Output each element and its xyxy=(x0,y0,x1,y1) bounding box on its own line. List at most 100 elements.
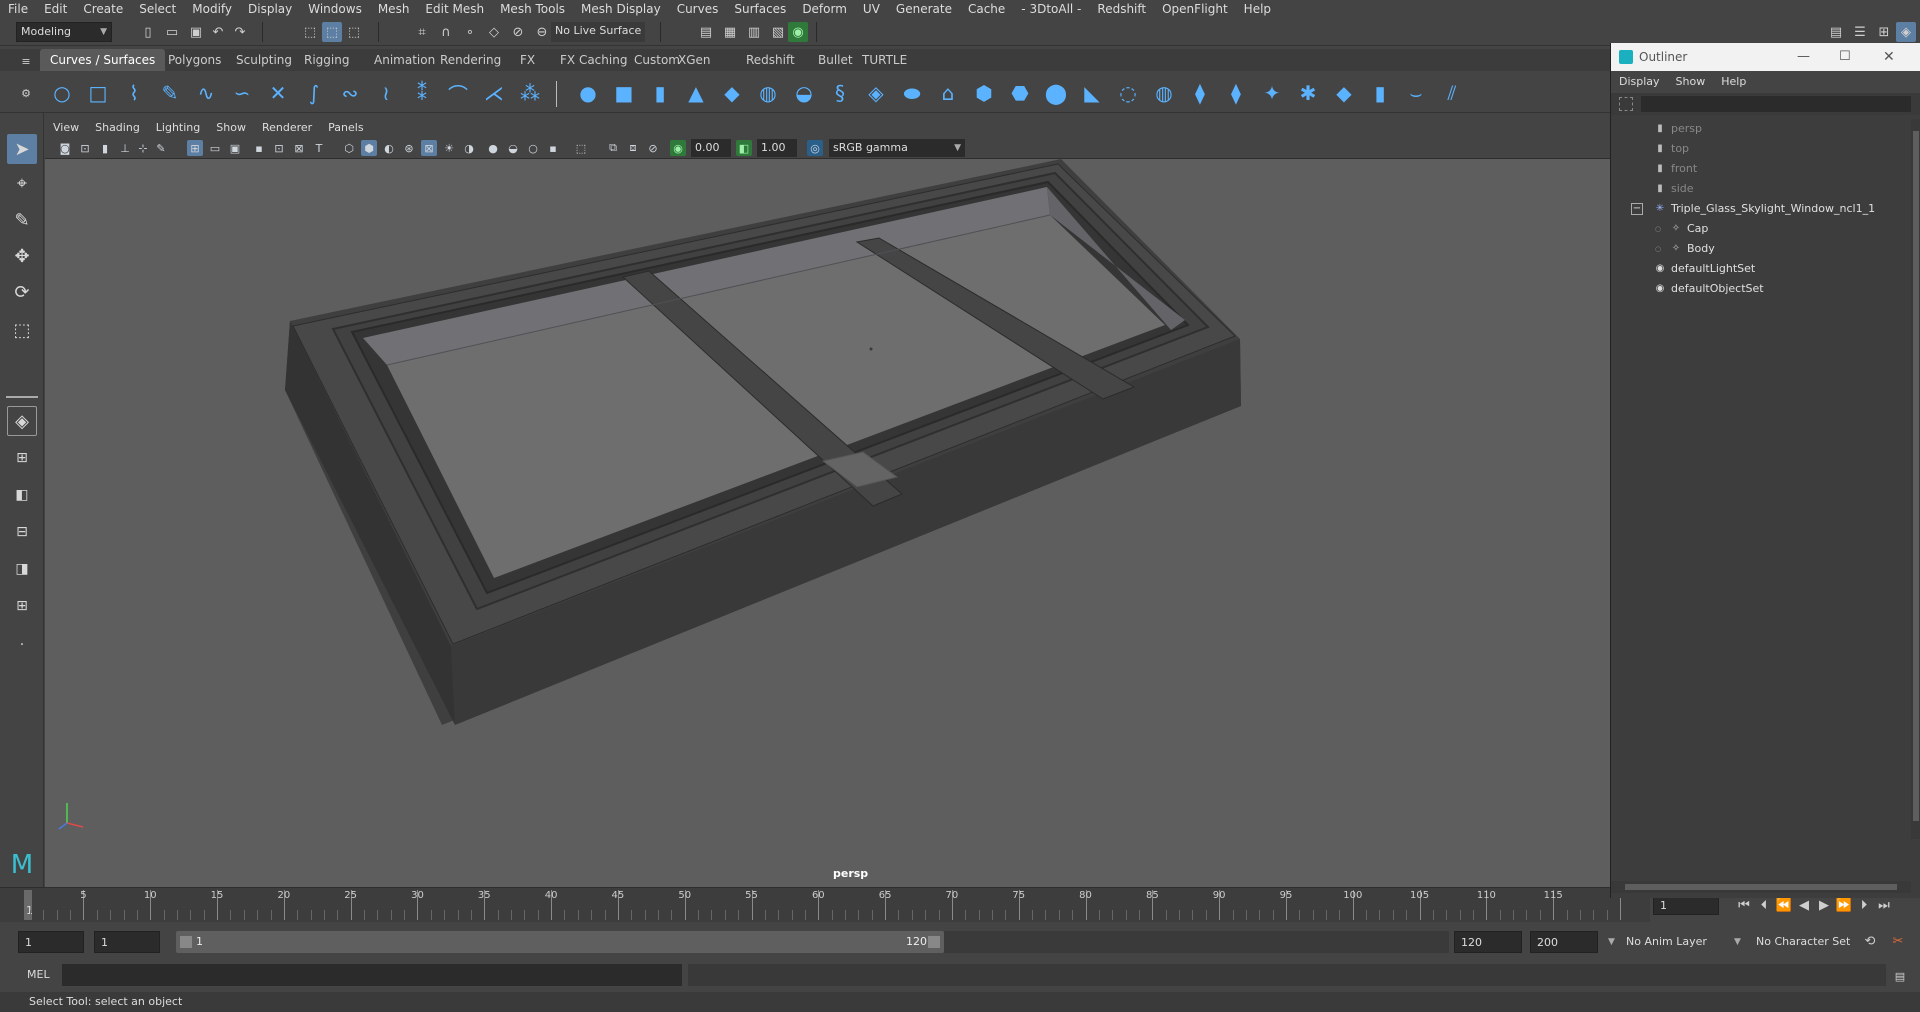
sculpt-geometry-icon[interactable]: ⫽ xyxy=(1438,79,1466,107)
project-curve-icon[interactable]: ◌ xyxy=(1114,79,1142,107)
render-frame-icon[interactable]: ▦ xyxy=(720,22,740,42)
go-to-start-icon[interactable]: ⏮ xyxy=(1734,895,1754,915)
anti-aliasing-icon[interactable]: ○ xyxy=(525,140,541,156)
depth-of-field-icon[interactable]: ▪ xyxy=(545,140,561,156)
nurbs-circle-icon[interactable]: ○ xyxy=(48,79,76,107)
menu-curves[interactable]: Curves xyxy=(669,0,727,18)
safe-title-icon[interactable]: T xyxy=(311,140,327,156)
move-tool-icon[interactable]: ✥ xyxy=(7,241,37,271)
resolution-gate-icon[interactable]: ▣ xyxy=(227,140,243,156)
outliner-menu-help[interactable]: Help xyxy=(1713,73,1754,91)
scale-tool-icon[interactable]: ⬚ xyxy=(7,315,37,345)
select-hierarchy-icon[interactable]: ⬚ xyxy=(300,22,320,42)
new-scene-icon[interactable]: ▯ xyxy=(138,22,158,42)
step-back-frame-icon[interactable]: ⏴ xyxy=(1754,895,1774,915)
snap-surface-icon[interactable]: ⊘ xyxy=(508,22,528,42)
menu-select[interactable]: Select xyxy=(131,0,184,18)
script-editor-icon[interactable]: ▤ xyxy=(1890,966,1910,986)
outliner-menu-display[interactable]: Display xyxy=(1611,73,1668,91)
menu-mesh[interactable]: Mesh xyxy=(370,0,418,18)
bezier-curve-icon[interactable]: ∽ xyxy=(228,79,256,107)
bevel-plus-icon[interactable]: ⬤ xyxy=(1042,79,1070,107)
panel-menu-panels[interactable]: Panels xyxy=(320,119,371,137)
smooth-shade-icon[interactable]: ⬢ xyxy=(361,140,377,156)
open-close-surface-icon[interactable]: ✱ xyxy=(1294,79,1322,107)
end-time-field[interactable]: 200 xyxy=(1530,931,1598,953)
tool-settings-icon[interactable]: ⊞ xyxy=(1874,22,1894,42)
ipr-render-icon[interactable]: ▥ xyxy=(744,22,764,42)
wireframe-icon[interactable]: ⬡ xyxy=(341,140,357,156)
shelf-tab-polygons[interactable]: Polygons xyxy=(158,49,231,71)
save-scene-icon[interactable]: ▣ xyxy=(186,22,206,42)
snap-view-icon[interactable]: ◇ xyxy=(484,22,504,42)
intersect-icon[interactable]: ◣ xyxy=(1078,79,1106,107)
range-slider[interactable]: 1 120 xyxy=(176,931,944,953)
current-frame-field[interactable]: 1 xyxy=(1653,897,1719,915)
outliner-item[interactable]: ▮ persp xyxy=(1611,119,1911,139)
exposure-icon[interactable]: ◉ xyxy=(670,140,686,156)
menu-deform[interactable]: Deform xyxy=(794,0,855,18)
single-perspective-layout-icon[interactable]: ◈ xyxy=(7,406,37,436)
shelf-tab-turtle[interactable]: TURTLE xyxy=(852,49,917,71)
xray-active-icon[interactable]: ⧈ xyxy=(625,140,641,156)
range-start-handle[interactable] xyxy=(180,936,192,948)
camera-attributes-icon[interactable]: ⊡ xyxy=(77,140,93,156)
outliner-item[interactable]: ◉ defaultObjectSet xyxy=(1611,279,1911,299)
menu-help[interactable]: Help xyxy=(1236,0,1279,18)
cv-curve-icon[interactable]: ∿ xyxy=(192,79,220,107)
menu-openflight[interactable]: OpenFlight xyxy=(1154,0,1236,18)
bookmark-icon[interactable]: ▮ xyxy=(97,140,113,156)
snap-grid-icon[interactable]: ⌗ xyxy=(412,22,432,42)
redo-icon[interactable]: ↷ xyxy=(230,22,250,42)
time-slider[interactable]: 1 51015202530354045505560657075808590951… xyxy=(0,887,1650,922)
wireframe-on-shaded-icon[interactable]: ⊛ xyxy=(401,140,417,156)
open-scene-icon[interactable]: ▭ xyxy=(162,22,182,42)
menu-redshift[interactable]: Redshift xyxy=(1089,0,1154,18)
use-all-lights-icon[interactable]: ☀ xyxy=(441,140,457,156)
scrollbar-thumb[interactable] xyxy=(1913,131,1919,821)
xray-joints-icon[interactable]: ⊘ xyxy=(645,140,661,156)
outliner-item[interactable]: ▮ top xyxy=(1611,139,1911,159)
panel-menu-renderer[interactable]: Renderer xyxy=(254,119,320,137)
scrollbar-thumb[interactable] xyxy=(1625,884,1897,890)
shelf-tab-xgen[interactable]: XGen xyxy=(668,49,721,71)
range-end-handle[interactable] xyxy=(928,936,940,948)
snap-live-icon[interactable]: ⊖ xyxy=(532,22,552,42)
menu-generate[interactable]: Generate xyxy=(888,0,960,18)
curve-rebuild-icon[interactable]: ∫ xyxy=(300,79,328,107)
menu-windows[interactable]: Windows xyxy=(300,0,370,18)
menu-cache[interactable]: Cache xyxy=(960,0,1013,18)
menu-3dtoall[interactable]: - 3DtoAll - xyxy=(1013,0,1089,18)
motion-blur-icon[interactable]: ◒ xyxy=(505,140,521,156)
shelf-settings-icon[interactable]: ⚙ xyxy=(16,83,36,103)
animation-prefs-icon[interactable]: ✂ xyxy=(1888,931,1908,951)
panel-menu-shading[interactable]: Shading xyxy=(87,119,148,137)
shelf-tab-sculpting[interactable]: Sculpting xyxy=(226,49,302,71)
arc-icon[interactable]: ✕ xyxy=(264,79,292,107)
image-plane-icon[interactable]: ⊥ xyxy=(117,140,133,156)
mode-dropdown[interactable]: Modeling ▼ xyxy=(16,22,112,42)
collapse-icon[interactable]: − xyxy=(1631,203,1643,215)
persp-outliner-layout-icon[interactable]: ◨ xyxy=(7,554,37,584)
grid-icon[interactable]: ⊞ xyxy=(187,140,203,156)
revolve-icon[interactable]: ◒ xyxy=(790,79,818,107)
nurbs-cone-icon[interactable]: ▲ xyxy=(682,79,710,107)
insert-isoparm-icon[interactable]: ◆ xyxy=(1330,79,1358,107)
safe-action-icon[interactable]: ⊠ xyxy=(291,140,307,156)
default-material-icon[interactable]: ◐ xyxy=(381,140,397,156)
anim-layer-dropdown[interactable]: No Anim Layer xyxy=(1622,931,1726,953)
camera-select-icon[interactable]: ◙ xyxy=(57,140,73,156)
menu-surfaces[interactable]: Surfaces xyxy=(726,0,794,18)
channel-box-icon[interactable]: ◈ xyxy=(1896,22,1916,42)
menu-create[interactable]: Create xyxy=(75,0,131,18)
shadows-icon[interactable]: ◑ xyxy=(461,140,477,156)
nurbs-cube-icon[interactable]: ■ xyxy=(610,79,638,107)
lasso-tool-icon[interactable]: ⌖ xyxy=(7,168,37,198)
minimize-icon[interactable]: — xyxy=(1797,43,1810,71)
outliner-item[interactable]: ○ ✧ Body xyxy=(1611,239,1911,259)
undo-icon[interactable]: ↶ xyxy=(208,22,228,42)
colorspace-dropdown[interactable]: sRGB gamma ▼ xyxy=(829,139,965,157)
outliner-search-input[interactable] xyxy=(1641,96,1911,112)
menu-edit-mesh[interactable]: Edit Mesh xyxy=(417,0,492,18)
play-backwards-icon[interactable]: ◀ xyxy=(1794,895,1814,915)
